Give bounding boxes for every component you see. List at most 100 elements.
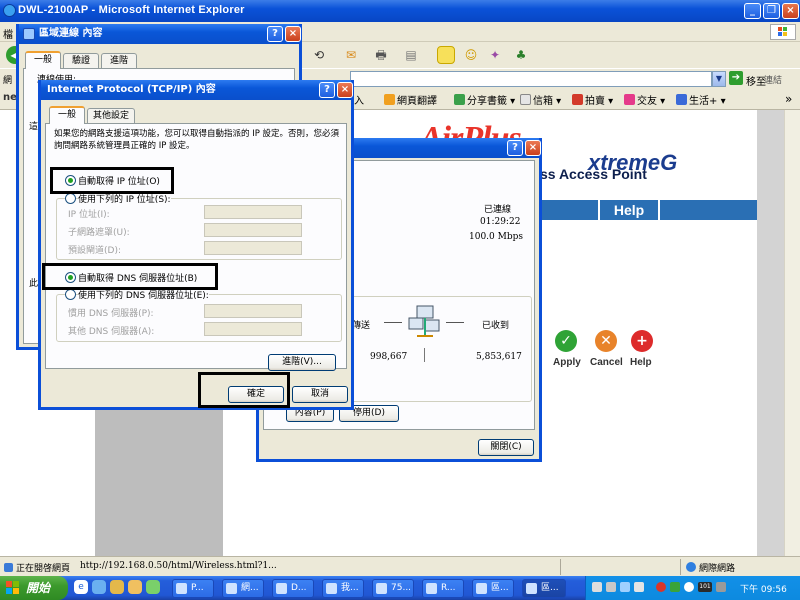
- antivirus-icon[interactable]: [656, 582, 666, 592]
- received-line: [446, 322, 464, 323]
- status-url: http://192.168.0.50/html/Wireless.html?1…: [80, 561, 277, 571]
- highlight-ok-button: [198, 372, 290, 408]
- page-scrollbar[interactable]: [784, 110, 800, 556]
- product-title: ss Access Point: [540, 166, 647, 182]
- internet-explorer-icon: [3, 4, 16, 17]
- cancel-button[interactable]: 取消: [292, 386, 348, 403]
- close-button[interactable]: ×: [782, 3, 799, 19]
- manual-ip-radio[interactable]: [65, 193, 76, 204]
- history-icon[interactable]: ⟲: [310, 46, 328, 64]
- dating-icon: [624, 94, 635, 105]
- tab-general[interactable]: 一般: [25, 51, 61, 69]
- taskbar-item[interactable]: R...: [422, 579, 464, 598]
- keyboard-icon[interactable]: [592, 582, 602, 592]
- manual-dns-radio[interactable]: [65, 289, 76, 300]
- network-tray-icon[interactable]: [684, 582, 694, 592]
- close-title-button[interactable]: ×: [525, 140, 541, 156]
- go-button[interactable]: 移至: [746, 73, 766, 88]
- sent-line: [384, 322, 402, 323]
- mail-link[interactable]: 信箱 ▾: [520, 92, 561, 107]
- ime-icon[interactable]: 101: [698, 582, 712, 592]
- links-label[interactable]: 連結: [764, 73, 782, 86]
- ie-window-title: DWL-2100AP - Microsoft Internet Explorer: [18, 4, 245, 16]
- cancel-icon[interactable]: ✕: [595, 330, 617, 352]
- connection-duration: 01:29:22: [480, 217, 521, 227]
- translate-link[interactable]: 網頁翻譯: [384, 92, 437, 107]
- folder-quicklaunch-icon[interactable]: [128, 580, 142, 594]
- clock[interactable]: 下午 09:56: [740, 582, 787, 595]
- people-icon[interactable]: ♣: [512, 46, 530, 64]
- taskbar-item[interactable]: 區...: [472, 579, 514, 598]
- app-tray-icon[interactable]: [670, 582, 680, 592]
- network-icon: [23, 28, 35, 40]
- maximize-button[interactable]: ❐: [763, 3, 780, 19]
- subnet-mask-label: 子網路遮罩(U):: [68, 228, 130, 238]
- highlight-auto-ip: [50, 167, 174, 194]
- help-button[interactable]: Help: [630, 357, 652, 368]
- tab-advanced[interactable]: 進階: [101, 53, 137, 69]
- help-title-button[interactable]: ?: [267, 26, 283, 42]
- advanced-button[interactable]: 進階(V)...: [268, 354, 336, 371]
- media-quicklaunch-icon[interactable]: [110, 580, 124, 594]
- go-arrow-icon[interactable]: ➔: [729, 71, 743, 85]
- lan-properties-title-bar: 區域連線 內容: [19, 24, 299, 44]
- edit-icon[interactable]: ▤: [402, 46, 420, 64]
- security-zone: 網際網路: [686, 561, 735, 574]
- tab-authentication[interactable]: 驗證: [63, 53, 99, 69]
- dating-link[interactable]: 交友 ▾: [624, 92, 665, 107]
- address-input[interactable]: [350, 71, 712, 87]
- research-icon[interactable]: ✦: [486, 46, 504, 64]
- close-button-dialog[interactable]: 關閉(C): [478, 439, 534, 456]
- help-icon[interactable]: +: [631, 330, 653, 352]
- ip-address-field: [204, 205, 302, 219]
- ip-address-label: IP 位址(I):: [68, 210, 110, 220]
- close-title-button[interactable]: ×: [285, 26, 301, 42]
- default-gateway-field: [204, 241, 302, 255]
- link-item[interactable]: 入: [354, 92, 364, 107]
- auction-link[interactable]: 拍賣 ▾: [572, 92, 613, 107]
- ie-quicklaunch-icon[interactable]: e: [74, 580, 88, 594]
- taskbar-item[interactable]: D...: [272, 579, 314, 598]
- help-title-button[interactable]: ?: [507, 140, 523, 156]
- messenger-icon[interactable]: ☺: [462, 46, 480, 64]
- tcpip-title: Internet Protocol (TCP/IP) 內容: [47, 84, 216, 95]
- app-quicklaunch-icon[interactable]: [146, 580, 160, 594]
- close-title-button[interactable]: ×: [337, 82, 353, 98]
- help-tray-icon[interactable]: [634, 582, 644, 592]
- taskbar-item[interactable]: 75...: [372, 579, 414, 598]
- note-icon[interactable]: [437, 46, 455, 64]
- cancel-button[interactable]: Cancel: [590, 357, 623, 368]
- status-divider: [560, 559, 561, 575]
- sent-bytes: 998,667: [370, 352, 408, 362]
- ie-status-bar: 正在開啓網頁 http://192.168.0.50/html/Wireless…: [0, 556, 800, 576]
- tab-alternate-configuration[interactable]: 其他設定: [87, 108, 135, 124]
- mail-icon[interactable]: ✉: [342, 46, 360, 64]
- tab-general[interactable]: 一般: [49, 106, 85, 124]
- input-icon[interactable]: [620, 582, 630, 592]
- taskbar-item-active[interactable]: 區...: [522, 579, 566, 598]
- pen-icon[interactable]: [606, 582, 616, 592]
- brand-fragment: ne: [3, 92, 17, 103]
- volume-icon[interactable]: [716, 582, 726, 592]
- start-button[interactable]: 開始: [0, 576, 68, 600]
- taskbar-item[interactable]: P...: [172, 579, 214, 598]
- connection-speed: 100.0 Mbps: [469, 232, 523, 242]
- ie-title-bar: DWL-2100AP - Microsoft Internet Explorer…: [0, 0, 800, 22]
- check-icon[interactable]: ✓: [555, 330, 577, 352]
- received-bytes: 5,853,617: [476, 352, 522, 362]
- life-icon: [676, 94, 687, 105]
- menu-file-fragment[interactable]: 檔: [3, 26, 13, 41]
- life-link[interactable]: 生活+ ▾: [676, 92, 726, 107]
- apply-button[interactable]: Apply: [553, 357, 581, 368]
- taskbar-item[interactable]: 網...: [222, 579, 264, 598]
- desktop-quicklaunch-icon[interactable]: [92, 580, 106, 594]
- help-title-button[interactable]: ?: [319, 82, 335, 98]
- address-dropdown-icon[interactable]: ▼: [712, 71, 726, 87]
- taskbar-item[interactable]: 我...: [322, 579, 364, 598]
- start-label: 開始: [26, 581, 51, 595]
- bookmark-link[interactable]: 分享書籤 ▾: [454, 92, 515, 107]
- minimize-button[interactable]: _: [744, 3, 761, 19]
- taskbar: 開始 e P... 網... D... 我... 75... R... 區...…: [0, 576, 800, 600]
- print-icon[interactable]: 🖶: [372, 46, 390, 64]
- chevron-right-icon[interactable]: »: [785, 92, 792, 106]
